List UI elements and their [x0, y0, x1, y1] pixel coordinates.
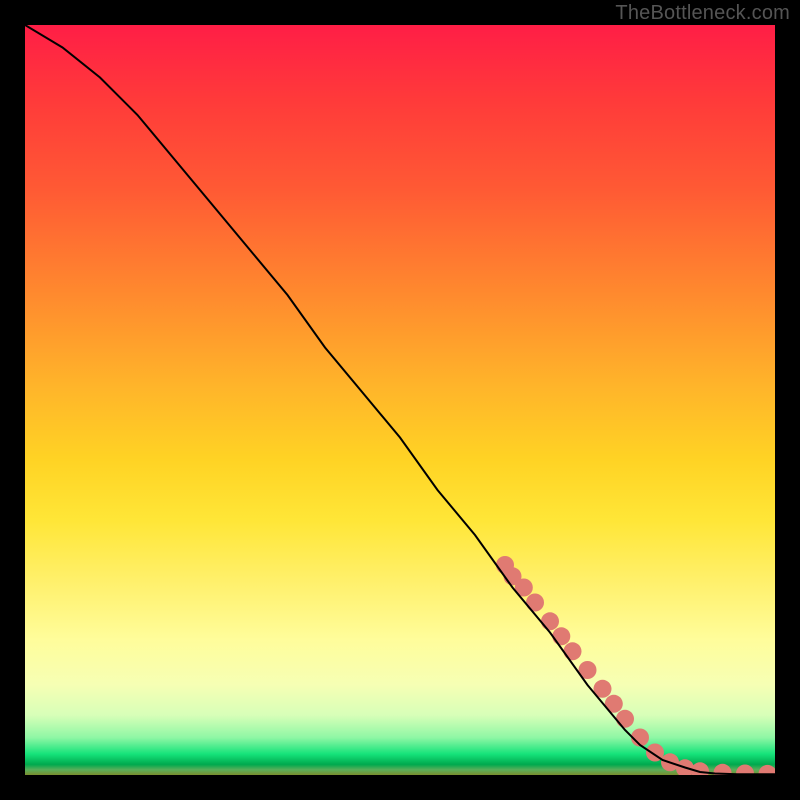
- data-marker: [564, 642, 582, 660]
- data-marker: [526, 594, 544, 612]
- data-marker: [616, 710, 634, 728]
- curve-line: [25, 25, 775, 774]
- attribution-watermark: TheBottleneck.com: [615, 2, 790, 25]
- data-marker: [541, 612, 559, 630]
- plot-overlay: [25, 25, 775, 775]
- data-markers: [496, 556, 775, 775]
- chart-frame: TheBottleneck.com: [0, 0, 800, 800]
- data-marker: [552, 627, 570, 645]
